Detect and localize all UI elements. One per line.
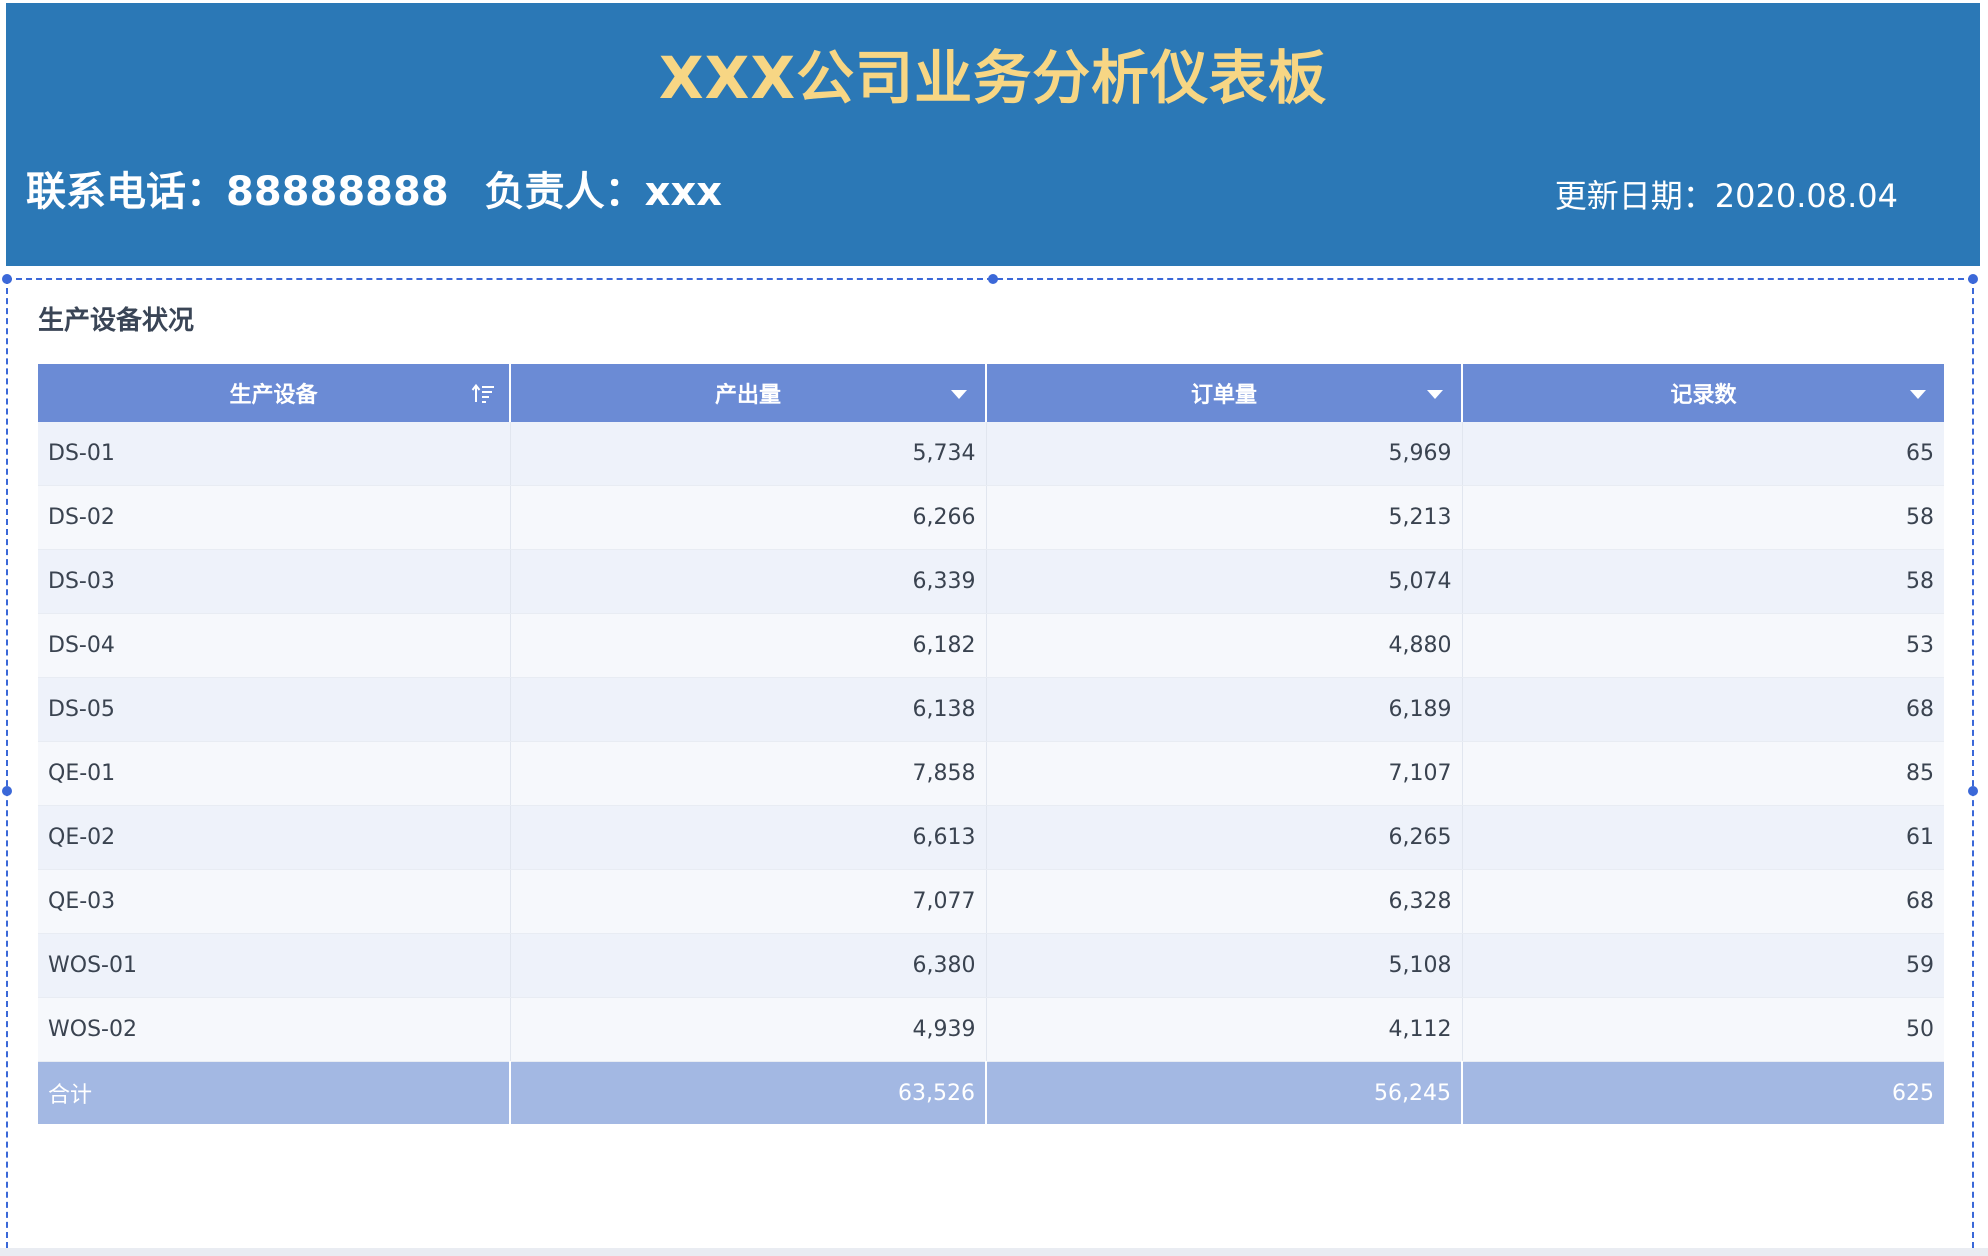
table-row: DS-02 6,266 5,213 58 [38,485,1944,550]
cell-output: 6,613 [510,805,987,870]
cell-records: 58 [1462,485,1944,550]
cell-orders: 6,328 [986,869,1463,934]
cell-total-label: 合计 [38,1061,511,1124]
column-label: 订单量 [1190,383,1257,408]
cell-records: 68 [1462,677,1944,742]
update-date: 更新日期：2020.08.04 [1554,177,1898,215]
cell-output: 6,266 [510,485,987,550]
widget-title: 生产设备状况 [38,306,195,336]
canvas-bottom-edge [0,1248,1988,1256]
resize-handle-right[interactable] [1968,786,1978,796]
column-header-records[interactable]: 记录数 [1462,364,1944,422]
cell-output: 6,138 [510,677,987,742]
cell-records: 68 [1462,869,1944,934]
table-row: WOS-01 6,380 5,108 59 [38,933,1944,998]
sort-icon[interactable] [471,383,495,405]
cell-total-records: 625 [1462,1061,1944,1124]
table-row: QE-03 7,077 6,328 68 [38,869,1944,934]
cell-orders: 5,074 [986,549,1463,614]
resize-handle-left[interactable] [2,786,12,796]
cell-records: 58 [1462,549,1944,614]
cell-output: 6,339 [510,549,987,614]
column-header-output[interactable]: 产出量 [510,364,987,422]
table-row: DS-04 6,182 4,880 53 [38,613,1944,678]
table-row: QE-02 6,613 6,265 61 [38,805,1944,870]
cell-equipment: DS-04 [38,613,511,678]
cell-orders: 5,213 [986,485,1463,550]
cell-equipment: DS-01 [38,422,511,486]
resize-handle-top[interactable] [988,274,998,284]
cell-orders: 4,112 [986,997,1463,1062]
cell-total-orders: 56,245 [986,1061,1463,1124]
cell-output: 7,858 [510,741,987,806]
cell-equipment: DS-02 [38,485,511,550]
cell-equipment: QE-02 [38,805,511,870]
contact-phone: 联系电话：88888888 [26,169,449,215]
table-row: QE-01 7,858 7,107 85 [38,741,1944,806]
dropdown-icon[interactable] [1910,390,1926,399]
cell-records: 53 [1462,613,1944,678]
cell-output: 5,734 [510,422,987,486]
cell-equipment: DS-03 [38,549,511,614]
dropdown-icon[interactable] [1427,390,1443,399]
column-label: 记录数 [1670,383,1737,408]
table-header-row: 生产设备 产出量 订单量 记录数 [38,364,1944,422]
cell-orders: 6,189 [986,677,1463,742]
contact-owner: 负责人：xxx [484,169,723,215]
contact-info: 联系电话：88888888 负责人：xxx [26,159,722,217]
dropdown-icon[interactable] [951,390,967,399]
cell-output: 4,939 [510,997,987,1062]
cell-equipment: WOS-01 [38,933,511,998]
cell-orders: 7,107 [986,741,1463,806]
cell-orders: 6,265 [986,805,1463,870]
table-row: WOS-02 4,939 4,112 50 [38,997,1944,1062]
cell-output: 6,182 [510,613,987,678]
column-header-equipment[interactable]: 生产设备 [38,364,511,422]
cell-orders: 4,880 [986,613,1463,678]
cell-records: 65 [1462,422,1944,486]
table-row: DS-01 5,734 5,969 65 [38,422,1944,486]
resize-handle-top-left[interactable] [2,274,12,284]
dashboard-header: XXX公司业务分析仪表板 联系电话：88888888 负责人：xxx 更新日期：2… [6,3,1980,266]
column-header-orders[interactable]: 订单量 [986,364,1463,422]
cell-total-output: 63,526 [510,1061,987,1124]
cell-equipment: DS-05 [38,677,511,742]
cell-records: 61 [1462,805,1944,870]
table-total-row: 合计 63,526 56,245 625 [38,1061,1944,1124]
table-row: DS-05 6,138 6,189 68 [38,677,1944,742]
resize-handle-top-right[interactable] [1968,274,1978,284]
cell-records: 59 [1462,933,1944,998]
column-label: 产出量 [714,383,781,408]
cell-orders: 5,969 [986,422,1463,486]
column-label: 生产设备 [229,383,318,408]
equipment-table: 生产设备 产出量 订单量 记录数 DS-01 5,734 5,969 65 DS… [38,364,1944,1124]
cell-output: 7,077 [510,869,987,934]
cell-equipment: WOS-02 [38,997,511,1062]
table-row: DS-03 6,339 5,074 58 [38,549,1944,614]
cell-records: 85 [1462,741,1944,806]
cell-output: 6,380 [510,933,987,998]
dashboard-title: XXX公司业务分析仪表板 [658,44,1328,112]
cell-equipment: QE-01 [38,741,511,806]
cell-equipment: QE-03 [38,869,511,934]
cell-records: 50 [1462,997,1944,1062]
cell-orders: 5,108 [986,933,1463,998]
